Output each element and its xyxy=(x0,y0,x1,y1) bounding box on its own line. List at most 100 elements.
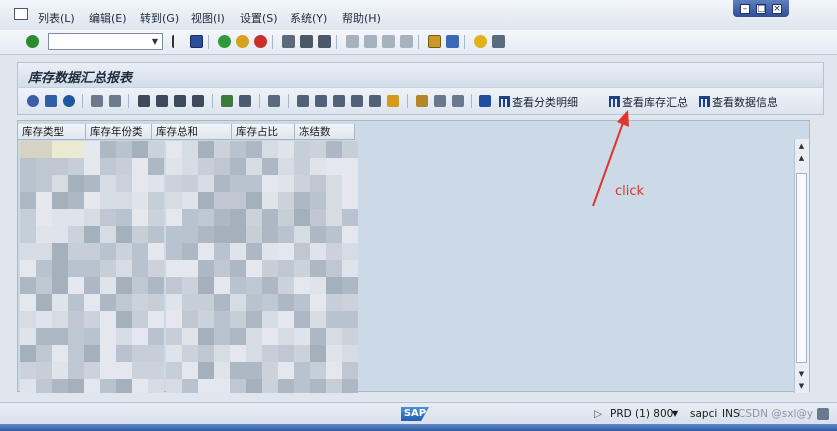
view-data-info-button[interactable]: 查看数据信息 xyxy=(699,94,778,109)
enter-check-icon[interactable] xyxy=(26,35,39,48)
menu-goto[interactable]: 转到(G) xyxy=(140,10,179,26)
menu-edit[interactable]: 编辑(E) xyxy=(89,10,127,26)
find-next-icon[interactable] xyxy=(318,35,331,48)
blurred-cell xyxy=(36,226,52,243)
status-bar: SAP ▷ PRD (1) 800 ▼ sapci INS CSDN @sxl@… xyxy=(0,402,837,425)
blurred-cell xyxy=(166,362,182,379)
blurred-cell xyxy=(52,260,68,277)
blurred-cell xyxy=(294,345,310,362)
subtotal-icon[interactable] xyxy=(239,95,251,107)
scroll-down-icon[interactable]: ▼ xyxy=(796,369,807,379)
details-icon[interactable] xyxy=(27,95,39,107)
table-icon xyxy=(499,96,510,107)
column-header-stock-total[interactable]: 库存总和 xyxy=(152,124,232,140)
blurred-cell xyxy=(342,141,358,158)
previous-page-icon[interactable] xyxy=(364,35,377,48)
column-header-stock-ratio[interactable]: 库存占比(%) xyxy=(232,124,295,154)
blurred-cell xyxy=(20,260,36,277)
scroll-up-icon[interactable]: ▲ xyxy=(796,141,807,151)
blurred-cell xyxy=(116,260,132,277)
blurred-cell xyxy=(182,311,198,328)
select-all-icon[interactable] xyxy=(91,95,103,107)
menu-view[interactable]: 视图(I) xyxy=(191,10,225,26)
blurred-cell xyxy=(132,175,148,192)
blurred-cell xyxy=(100,311,116,328)
blurred-cell xyxy=(36,209,52,226)
save-icon[interactable] xyxy=(190,35,203,48)
menu-settings[interactable]: 设置(S) xyxy=(240,10,278,26)
exit-icon[interactable] xyxy=(236,35,249,48)
close-icon[interactable]: × xyxy=(772,3,782,14)
shortcut-icon[interactable] xyxy=(446,35,459,48)
select-layout-icon[interactable] xyxy=(45,95,57,107)
sort-ascending-icon[interactable] xyxy=(138,95,150,107)
choose-layout-icon[interactable] xyxy=(434,95,446,107)
column-header-stock-type[interactable]: 库存类型 xyxy=(18,124,86,140)
column-header-stock-year[interactable]: 库存年份类别 xyxy=(86,124,152,154)
view-stock-summary-button[interactable]: 查看库存汇总 xyxy=(609,94,688,109)
minimize-icon[interactable]: – xyxy=(740,3,750,14)
deselect-all-icon[interactable] xyxy=(109,95,121,107)
system-menu-icon[interactable] xyxy=(14,8,28,20)
blurred-cell xyxy=(100,260,116,277)
local-file-icon[interactable] xyxy=(369,95,381,107)
sap-logo: SAP xyxy=(401,407,429,421)
create-session-icon[interactable] xyxy=(428,35,441,48)
export-icon[interactable] xyxy=(297,95,309,107)
command-field[interactable]: ▼ xyxy=(48,33,163,50)
blurred-cell xyxy=(84,209,100,226)
find-icon[interactable] xyxy=(300,35,313,48)
blurred-cell xyxy=(262,175,278,192)
blurred-cell xyxy=(116,311,132,328)
sum-icon[interactable] xyxy=(221,95,233,107)
status-lock-icon[interactable] xyxy=(817,408,829,420)
blurred-cell xyxy=(132,260,148,277)
blurred-cell xyxy=(182,328,198,345)
blurred-cell xyxy=(20,277,36,294)
help-icon[interactable] xyxy=(474,35,487,48)
blurred-cell xyxy=(246,362,262,379)
scroll-thumb[interactable] xyxy=(796,173,807,363)
blurred-cell xyxy=(132,362,148,379)
sort-descending-icon[interactable] xyxy=(156,95,168,107)
print-preview-icon[interactable] xyxy=(268,95,280,107)
blurred-cell xyxy=(116,243,132,260)
print-icon[interactable] xyxy=(282,35,295,48)
menu-list[interactable]: 列表(L) xyxy=(38,10,75,26)
blurred-cell xyxy=(116,209,132,226)
blurred-cell xyxy=(20,328,36,345)
status-dropdown-icon[interactable]: ▼ xyxy=(672,409,678,418)
save-layout-icon[interactable] xyxy=(452,95,464,107)
blurred-cell xyxy=(214,311,230,328)
last-page-icon[interactable] xyxy=(400,35,413,48)
delete-filter-icon[interactable] xyxy=(192,95,204,107)
command-dropdown-icon[interactable]: ▼ xyxy=(149,35,161,48)
back-icon[interactable] xyxy=(218,35,231,48)
menu-system[interactable]: 系统(Y) xyxy=(290,10,327,26)
cancel-icon[interactable] xyxy=(254,35,267,48)
back-nav-icon[interactable] xyxy=(172,35,180,48)
next-page-icon[interactable] xyxy=(382,35,395,48)
scroll-down-icon[interactable]: ▼ xyxy=(796,381,807,391)
first-page-icon[interactable] xyxy=(346,35,359,48)
filter-icon[interactable] xyxy=(174,95,186,107)
vertical-scrollbar[interactable]: ▲ ▲ ▼ ▼ xyxy=(794,139,809,393)
status-expand-icon[interactable]: ▷ xyxy=(594,408,602,420)
refresh-icon[interactable] xyxy=(63,95,75,107)
blurred-cell xyxy=(148,141,164,158)
column-header-frozen[interactable]: 冻结数 xyxy=(295,124,355,140)
menu-help[interactable]: 帮助(H) xyxy=(342,10,381,26)
mail-icon[interactable] xyxy=(315,95,327,107)
spreadsheet-icon[interactable] xyxy=(333,95,345,107)
view-category-details-button[interactable]: 查看分类明细 xyxy=(499,94,578,109)
blurred-cell xyxy=(342,362,358,379)
maximize-icon[interactable]: □ xyxy=(756,3,766,14)
word-processing-icon[interactable] xyxy=(351,95,363,107)
blurred-cell xyxy=(294,260,310,277)
graphic-icon[interactable] xyxy=(387,95,399,107)
blurred-cell xyxy=(198,243,214,260)
change-layout-icon[interactable] xyxy=(416,95,428,107)
info-icon[interactable] xyxy=(479,95,491,107)
layout-icon[interactable] xyxy=(492,35,505,48)
scroll-up-icon[interactable]: ▲ xyxy=(796,153,807,163)
